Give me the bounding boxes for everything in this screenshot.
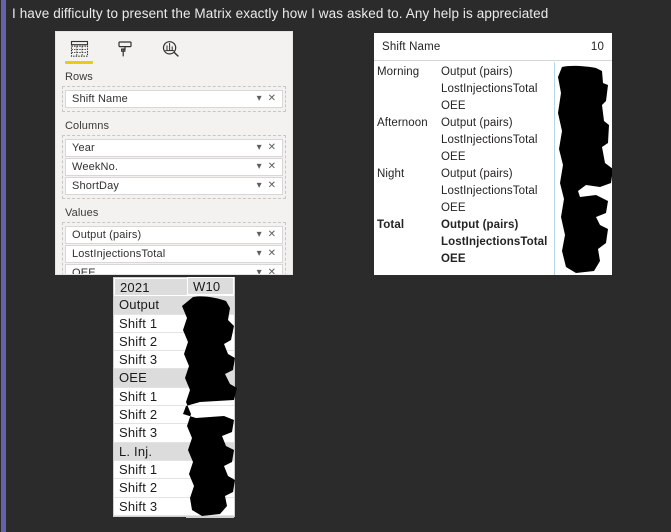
well-values[interactable]: Output (pairs) ▾ ✕ LostInjectionsTotal ▾… <box>62 222 286 275</box>
matrix-row-group: Morning <box>377 66 420 78</box>
matrix-row[interactable]: Morning Output (pairs) <box>374 64 612 81</box>
field-chip-label: WeekNo. <box>72 161 119 173</box>
well-label-columns: Columns <box>65 120 110 132</box>
matrix-row-measure: LostInjectionsTotal <box>441 185 538 197</box>
close-icon[interactable]: ✕ <box>268 143 276 153</box>
field-chip-label: Year <box>72 142 95 154</box>
close-icon[interactable]: ✕ <box>268 94 276 104</box>
field-chip-label: Shift Name <box>72 93 128 105</box>
well-label-values: Values <box>65 207 99 219</box>
matrix-total-row[interactable]: LostInjectionsTotal <box>374 234 612 251</box>
matrix-row-measure: Output (pairs) <box>441 168 513 180</box>
matrix-row-group: Afternoon <box>377 117 428 129</box>
matrix-total-row[interactable]: Total Output (pairs) <box>374 217 612 234</box>
field-chip-shift-name[interactable]: Shift Name ▾ ✕ <box>65 90 283 108</box>
matrix-row[interactable]: LostInjectionsTotal <box>374 183 612 200</box>
matrix-row-group: Total <box>377 219 405 231</box>
field-chip-label: OEE <box>72 267 96 275</box>
matrix-row-measure: OEE <box>441 202 466 214</box>
matrix-row[interactable]: Night Output (pairs) <box>374 166 612 183</box>
desired-table-row: Shift 1 <box>114 314 234 333</box>
matrix-row-measure: OEE <box>441 151 466 163</box>
desired-table: 2021 Output Shift 1 Shift 2 Shift 3 OEE … <box>113 277 235 517</box>
matrix-row-measure: OEE <box>441 100 466 112</box>
fields-grid-icon <box>70 40 89 58</box>
matrix-body: Morning Output (pairs) LostInjectionsTot… <box>374 61 612 268</box>
post-question-text: I have difficulty to present the Matrix … <box>12 6 549 21</box>
visualizations-pane-tabs <box>56 32 292 66</box>
matrix-row[interactable]: OEE <box>374 200 612 217</box>
tab-format[interactable] <box>110 36 140 62</box>
chevron-down-icon[interactable]: ▾ <box>257 268 262 275</box>
chevron-down-icon[interactable]: ▾ <box>257 94 262 104</box>
tab-analytics[interactable] <box>156 36 186 62</box>
matrix-visual[interactable]: Shift Name 10 Morning Output (pairs) Los… <box>374 33 612 275</box>
chevron-down-icon[interactable]: ▾ <box>257 249 262 259</box>
matrix-row-field-header: Shift Name <box>382 40 441 53</box>
matrix-column-value-header: 10 <box>590 40 604 53</box>
matrix-row-measure: Output (pairs) <box>441 117 513 129</box>
matrix-row-measure: LostInjectionsTotal <box>441 83 538 95</box>
matrix-row[interactable]: LostInjectionsTotal <box>374 132 612 149</box>
magnifier-chart-icon <box>161 40 181 58</box>
well-columns[interactable]: Year ▾ ✕ WeekNo. ▾ ✕ ShortDay ▾ ✕ <box>62 135 286 199</box>
field-chip-weekno[interactable]: WeekNo. ▾ ✕ <box>65 158 283 176</box>
matrix-row-measure: OEE <box>441 253 466 265</box>
field-chip-year[interactable]: Year ▾ ✕ <box>65 139 283 157</box>
field-chip-lostinjectionstotal[interactable]: LostInjectionsTotal ▾ ✕ <box>65 245 283 263</box>
desired-table-row: Shift 3 <box>114 424 234 443</box>
desired-table-row: Shift 3 <box>114 497 234 516</box>
field-chip-label: LostInjectionsTotal <box>72 248 166 260</box>
desired-table-row: Output <box>114 296 234 315</box>
close-icon[interactable]: ✕ <box>268 181 276 191</box>
field-chip-oee[interactable]: OEE ▾ ✕ <box>65 264 283 275</box>
chevron-down-icon[interactable]: ▾ <box>257 181 262 191</box>
paint-roller-icon <box>116 40 135 58</box>
close-icon[interactable]: ✕ <box>268 230 276 240</box>
desired-table-row: Shift 1 <box>114 387 234 407</box>
matrix-row[interactable]: Afternoon Output (pairs) <box>374 115 612 132</box>
chevron-down-icon[interactable]: ▾ <box>257 162 262 172</box>
field-chip-label: ShortDay <box>72 180 120 192</box>
visualizations-pane: Rows Shift Name ▾ ✕ Columns Year ▾ ✕ Wee… <box>55 31 293 275</box>
close-icon[interactable]: ✕ <box>268 268 276 275</box>
desired-table-row: Shift 1 <box>114 460 234 480</box>
matrix-row-measure: Output (pairs) <box>441 219 519 231</box>
matrix-row[interactable]: OEE <box>374 98 612 115</box>
desired-table-row: L. Inj. <box>114 442 234 461</box>
matrix-column-header: Shift Name 10 <box>374 33 612 61</box>
matrix-row-group: Night <box>377 168 405 180</box>
matrix-row[interactable]: OEE <box>374 149 612 166</box>
matrix-row-measure: LostInjectionsTotal <box>441 134 538 146</box>
matrix-column-separator <box>554 62 555 275</box>
chevron-down-icon[interactable]: ▾ <box>257 143 262 153</box>
field-chip-shortday[interactable]: ShortDay ▾ ✕ <box>65 177 283 195</box>
close-icon[interactable]: ✕ <box>268 162 276 172</box>
tab-fields[interactable] <box>64 36 94 64</box>
desired-table-row: OEE <box>114 369 234 388</box>
chevron-down-icon[interactable]: ▾ <box>257 230 262 240</box>
field-chip-label: Output (pairs) <box>72 229 142 241</box>
well-rows[interactable]: Shift Name ▾ ✕ <box>62 86 286 112</box>
desired-table-row: Shift 3 <box>114 351 234 370</box>
left-accent-rail <box>1 0 6 532</box>
matrix-row-measure: LostInjectionsTotal <box>441 236 548 248</box>
desired-table-row: Shift 2 <box>114 479 234 498</box>
matrix-row-measure: Output (pairs) <box>441 66 513 78</box>
desired-table-row: Shift 2 <box>114 406 234 425</box>
matrix-total-row[interactable]: OEE <box>374 251 612 268</box>
close-icon[interactable]: ✕ <box>268 249 276 259</box>
desired-table-week-header: W10 <box>187 277 234 296</box>
field-chip-output-pairs[interactable]: Output (pairs) ▾ ✕ <box>65 226 283 244</box>
matrix-row[interactable]: LostInjectionsTotal <box>374 81 612 98</box>
well-label-rows: Rows <box>65 71 93 83</box>
desired-table-row: Shift 2 <box>114 332 234 352</box>
